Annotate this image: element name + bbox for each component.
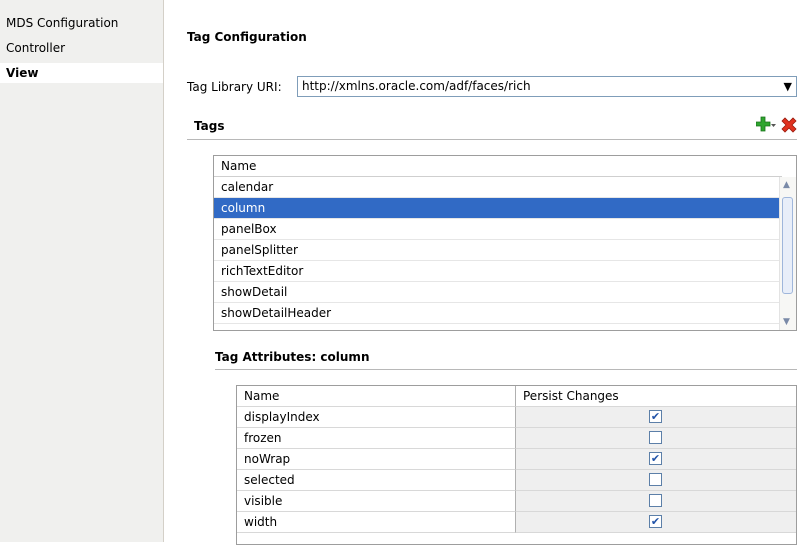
attribute-name[interactable]: displayIndex bbox=[237, 407, 516, 428]
tag-library-uri-value: http://xmlns.oracle.com/adf/faces/rich bbox=[302, 79, 531, 93]
sidebar-item-mds-configuration[interactable]: MDS Configuration bbox=[0, 13, 163, 33]
tags-section-title: Tags bbox=[194, 119, 225, 133]
attribute-name[interactable]: selected bbox=[237, 470, 516, 491]
tags-column-header-name[interactable]: Name bbox=[214, 156, 782, 177]
sidebar-item-controller[interactable]: Controller bbox=[0, 38, 163, 58]
table-row[interactable]: panelSplitter bbox=[214, 240, 780, 261]
persist-cell bbox=[516, 470, 796, 491]
dropdown-arrow-icon[interactable]: ▼ bbox=[784, 80, 792, 93]
table-row[interactable]: showDetailHeader bbox=[214, 303, 780, 324]
persist-cell bbox=[516, 491, 796, 512]
persist-checkbox[interactable]: ✔ bbox=[649, 452, 662, 465]
scroll-up-icon[interactable]: ▲ bbox=[783, 180, 790, 190]
persist-checkbox[interactable]: ✔ bbox=[649, 515, 662, 528]
sidebar: MDS Configuration Controller View bbox=[0, 0, 164, 542]
persist-checkbox[interactable] bbox=[649, 494, 662, 507]
persist-cell bbox=[516, 428, 796, 449]
tag-library-uri-label: Tag Library URI: bbox=[187, 80, 282, 94]
persist-cell: ✔ bbox=[516, 407, 796, 428]
tag-attributes-table[interactable]: Name Persist Changes displayIndex ✔ froz… bbox=[236, 385, 797, 545]
tag-library-uri-select[interactable]: http://xmlns.oracle.com/adf/faces/rich ▼ bbox=[297, 76, 797, 97]
page-title: Tag Configuration bbox=[187, 30, 307, 44]
add-plus-icon[interactable] bbox=[756, 116, 776, 134]
table-row: visible bbox=[237, 491, 796, 512]
table-row: width ✔ bbox=[237, 512, 796, 533]
persist-checkbox[interactable] bbox=[649, 473, 662, 486]
scroll-down-icon[interactable]: ▼ bbox=[783, 317, 790, 327]
tags-table[interactable]: Name calendar column panelBox panelSplit… bbox=[213, 155, 797, 331]
persist-checkbox[interactable]: ✔ bbox=[649, 410, 662, 423]
column-header-persist-changes[interactable]: Persist Changes bbox=[516, 386, 796, 407]
chevron-down-icon bbox=[771, 124, 776, 127]
persist-cell: ✔ bbox=[516, 449, 796, 470]
table-row: selected bbox=[237, 470, 796, 491]
sidebar-item-view[interactable]: View bbox=[0, 63, 163, 83]
delete-x-icon[interactable] bbox=[780, 117, 798, 135]
table-row[interactable]: panelBox bbox=[214, 219, 780, 240]
attributes-header-row: Name Persist Changes bbox=[237, 386, 796, 407]
table-row[interactable]: calendar bbox=[214, 177, 780, 198]
attribute-name[interactable]: width bbox=[237, 512, 516, 533]
table-row: frozen bbox=[237, 428, 796, 449]
table-row[interactable]: showDetail bbox=[214, 282, 780, 303]
table-row-selected[interactable]: column bbox=[214, 198, 780, 219]
attribute-name[interactable]: visible bbox=[237, 491, 516, 512]
attribute-name[interactable]: frozen bbox=[237, 428, 516, 449]
tags-separator bbox=[187, 139, 797, 140]
persist-cell: ✔ bbox=[516, 512, 796, 533]
table-row[interactable]: richTextEditor bbox=[214, 261, 780, 282]
persist-checkbox[interactable] bbox=[649, 431, 662, 444]
table-row: noWrap ✔ bbox=[237, 449, 796, 470]
attribute-name[interactable]: noWrap bbox=[237, 449, 516, 470]
column-header-name[interactable]: Name bbox=[237, 386, 516, 407]
attributes-separator bbox=[215, 369, 797, 370]
tag-attributes-title: Tag Attributes: column bbox=[215, 350, 370, 364]
tags-scrollbar[interactable]: ▲ ▼ bbox=[779, 177, 796, 330]
table-row: displayIndex ✔ bbox=[237, 407, 796, 428]
scroll-thumb[interactable] bbox=[782, 197, 793, 294]
